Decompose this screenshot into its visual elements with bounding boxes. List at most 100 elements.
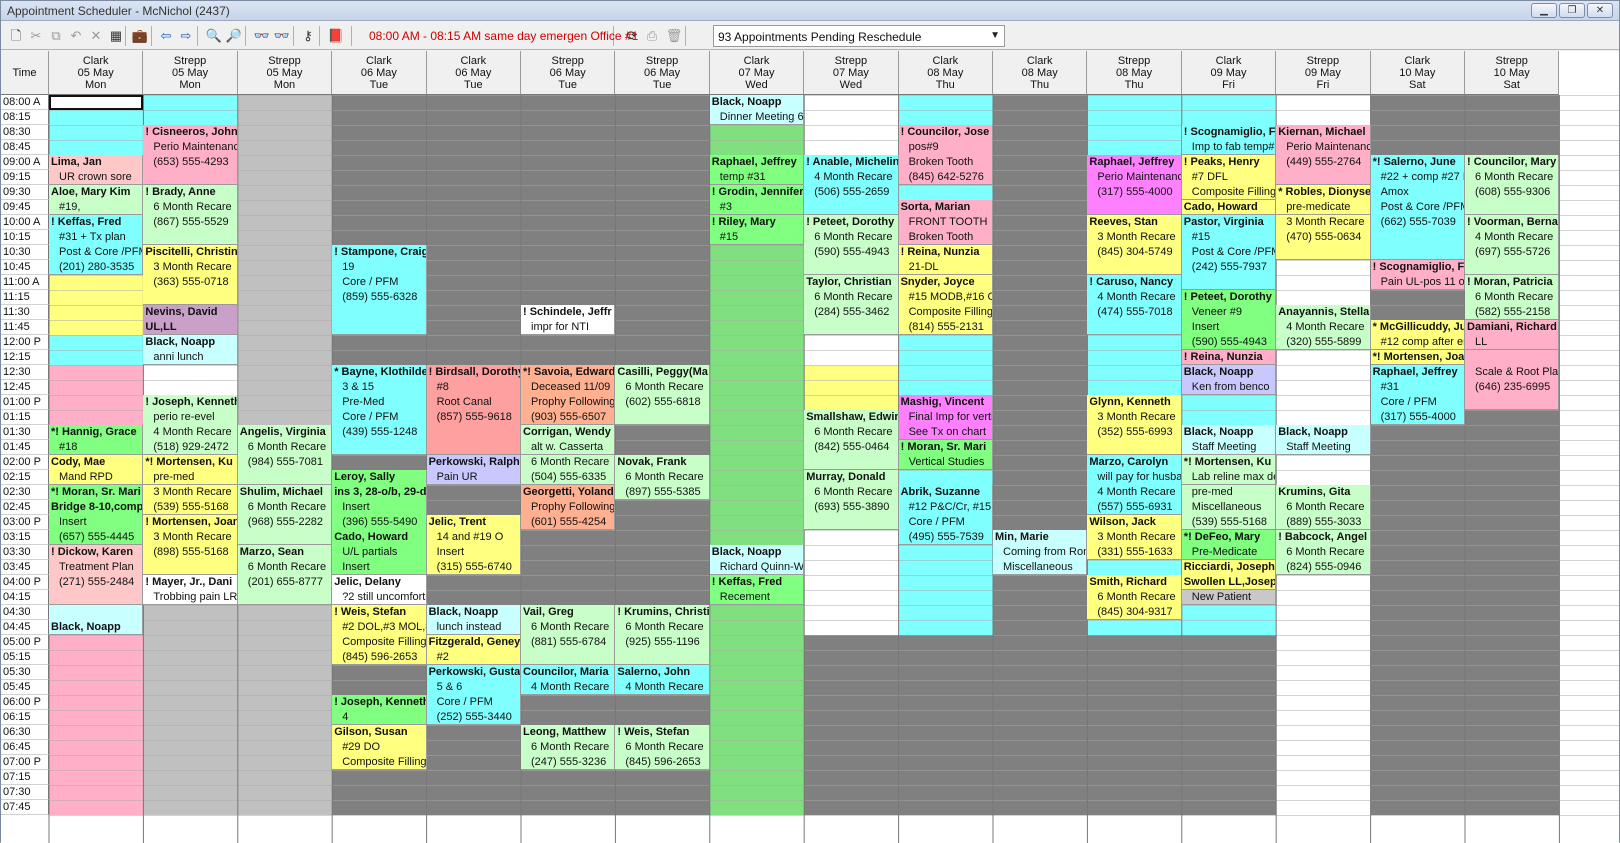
appointment-block[interactable]: ! Birdsall, Dorothy #8 Root Canal (857) 555… — [426, 365, 521, 455]
time-slot[interactable] — [804, 95, 899, 110]
time-slot[interactable] — [1181, 635, 1277, 650]
time-slot[interactable] — [804, 365, 899, 380]
time-slot[interactable] — [1181, 785, 1277, 800]
time-slot[interactable] — [709, 455, 805, 470]
time-slot[interactable] — [1370, 425, 1465, 440]
time-slot[interactable] — [49, 650, 144, 665]
appointment-block[interactable]: ! Babcock, Angel 6 Month Recare (824) 555-… — [1276, 530, 1371, 575]
appointment-block[interactable]: *! Savoia, Edward Deceased 11/09 Prophy Fo… — [521, 365, 616, 425]
time-slot[interactable] — [993, 185, 1088, 200]
time-slot[interactable] — [521, 695, 616, 710]
time-slot[interactable] — [332, 335, 427, 350]
time-slot[interactable] — [521, 185, 616, 200]
appointment-block[interactable]: Wilson, Jack 3 Month Recare (331) 555-1633 — [1087, 515, 1182, 560]
time-slot[interactable] — [237, 305, 333, 320]
time-slot[interactable] — [615, 560, 710, 575]
time-slot[interactable] — [804, 335, 899, 350]
time-slot[interactable] — [332, 110, 427, 125]
time-slot[interactable] — [237, 680, 333, 695]
time-slot[interactable] — [898, 800, 993, 815]
time-slot[interactable] — [709, 500, 805, 515]
time-slot[interactable] — [49, 695, 144, 710]
time-slot[interactable] — [426, 260, 521, 275]
appointment-block[interactable]: Reeves, Stan 3 Month Recare (845) 304-5749 — [1087, 215, 1182, 275]
maximize-button[interactable]: ❐ — [1559, 3, 1585, 18]
time-slot[interactable] — [709, 470, 805, 485]
time-slot[interactable] — [332, 455, 427, 470]
time-slot[interactable] — [1276, 650, 1371, 665]
time-slot[interactable] — [1370, 710, 1465, 725]
time-slot[interactable] — [1465, 500, 1560, 515]
time-slot[interactable] — [709, 335, 805, 350]
time-slot[interactable] — [1370, 680, 1465, 695]
time-slot[interactable] — [993, 635, 1088, 650]
print-icon[interactable]: ⎙ — [643, 27, 661, 45]
time-slot[interactable] — [143, 635, 238, 650]
time-slot[interactable] — [1465, 665, 1560, 680]
time-slot[interactable] — [1181, 605, 1277, 620]
appointment-block[interactable]: Vail, Greg 6 Month Recare (881) 555-6784 — [521, 605, 616, 665]
time-slot[interactable] — [1465, 635, 1560, 650]
time-slot[interactable] — [804, 785, 899, 800]
time-slot[interactable] — [804, 560, 899, 575]
time-slot[interactable] — [709, 485, 805, 500]
time-slot[interactable] — [521, 275, 616, 290]
time-slot[interactable] — [898, 110, 993, 125]
time-slot[interactable] — [426, 335, 521, 350]
time-slot[interactable] — [804, 380, 899, 395]
time-slot[interactable] — [993, 785, 1088, 800]
time-slot[interactable] — [143, 650, 238, 665]
appointment-block[interactable]: Black, Noapp Staff Meeting — [1181, 425, 1277, 455]
appointment-block[interactable]: Fitzgerald, Geney #2 — [426, 635, 521, 665]
appointment-block[interactable]: Councilor, Maria4 Month Recare(472) 555-… — [521, 665, 616, 695]
appointment-block[interactable]: 3 Month Recare (539) 555-5168 — [143, 485, 238, 515]
time-slot[interactable] — [709, 650, 805, 665]
time-slot[interactable] — [804, 665, 899, 680]
time-slot[interactable] — [1276, 455, 1371, 470]
time-slot[interactable] — [332, 200, 427, 215]
time-slot[interactable] — [993, 380, 1088, 395]
time-slot[interactable] — [237, 350, 333, 365]
time-slot[interactable] — [49, 365, 144, 380]
time-slot[interactable] — [993, 365, 1088, 380]
time-slot[interactable] — [993, 515, 1088, 530]
column-header[interactable]: Strepp 08 May Thu — [1087, 51, 1182, 95]
appointment-block[interactable]: ! Weis, Stefan #2 DOL,#3 MOL,# Composite F… — [332, 605, 427, 665]
appointment-block[interactable]: *! Hannig, Grace #18 — [49, 425, 144, 455]
time-slot[interactable] — [237, 410, 333, 425]
appointment-block[interactable]: Murray, Donald 6 Month Recare (693) 555-38… — [804, 470, 899, 530]
copy-icon[interactable]: ⧉ — [47, 27, 65, 45]
time-slot[interactable] — [615, 770, 710, 785]
time-slot[interactable] — [1276, 575, 1371, 590]
time-slot[interactable] — [49, 110, 144, 125]
time-slot[interactable] — [237, 125, 333, 140]
appointment-block[interactable]: 3 Month Recare (470) 555-0634 — [1276, 215, 1371, 260]
time-slot[interactable] — [993, 500, 1088, 515]
time-slot[interactable] — [1276, 785, 1371, 800]
time-slot[interactable] — [709, 440, 805, 455]
time-slot[interactable] — [898, 665, 993, 680]
time-slot[interactable] — [1465, 725, 1560, 740]
time-slot[interactable] — [1370, 545, 1465, 560]
time-slot[interactable] — [1181, 755, 1277, 770]
time-slot[interactable] — [49, 635, 144, 650]
time-slot[interactable] — [1087, 560, 1182, 575]
appointment-block[interactable]: Leong, Matthew 6 Month Recare (247) 555-32… — [521, 725, 616, 770]
time-slot[interactable] — [1276, 740, 1371, 755]
calendar-icon[interactable]: ▦ — [107, 27, 125, 45]
time-slot[interactable] — [1087, 635, 1182, 650]
time-slot[interactable] — [615, 440, 710, 455]
time-slot[interactable] — [615, 515, 710, 530]
appointment-block[interactable]: *! Moran, Sr. Mari Bridge 8-10,comps Inser… — [49, 485, 144, 545]
time-slot[interactable] — [1465, 545, 1560, 560]
appointment-block[interactable]: *! Mortensen, Ku Lab reline max dent — [1181, 455, 1277, 485]
key-icon[interactable]: ⚷ — [299, 27, 317, 45]
time-slot[interactable] — [49, 785, 144, 800]
time-slot[interactable] — [709, 125, 805, 140]
time-slot[interactable] — [1465, 140, 1560, 155]
appointment-block[interactable]: Smallshaw, Edwin 6 Month Recare (842) 555-… — [804, 410, 899, 470]
time-slot[interactable] — [1181, 680, 1277, 695]
time-slot[interactable] — [804, 605, 899, 620]
time-slot[interactable] — [237, 245, 333, 260]
time-slot[interactable] — [1370, 665, 1465, 680]
